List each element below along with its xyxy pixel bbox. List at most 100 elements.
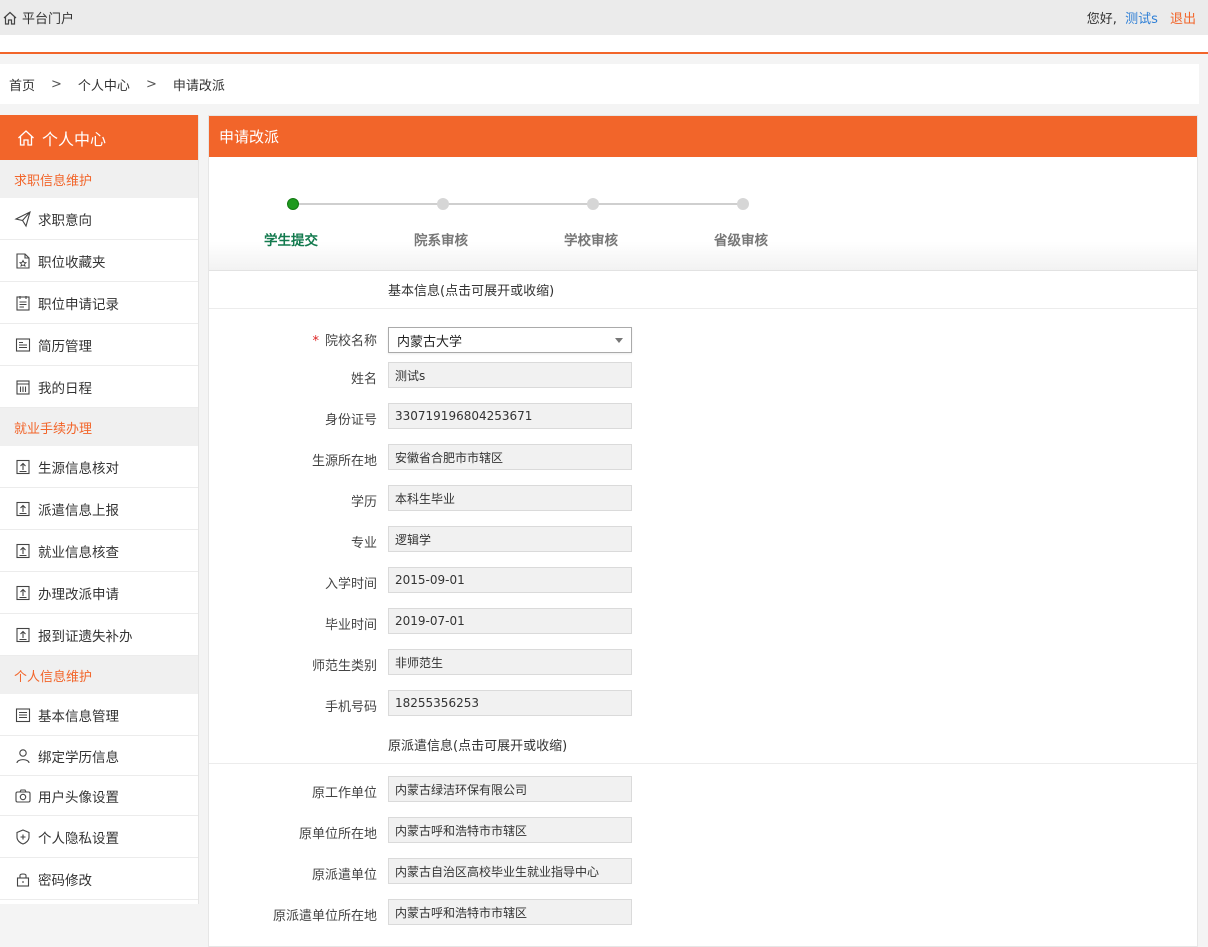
form-row-dispatch-location: 原派遣单位所在地 内蒙古呼和浩特市市辖区	[209, 893, 1197, 934]
upload-box-icon	[16, 585, 30, 600]
sidebar-header: 个人中心	[0, 115, 198, 160]
section-toggle-basic-info[interactable]: 基本信息(点击可展开或收缩)	[209, 271, 1197, 309]
resume-icon	[15, 337, 31, 352]
sidebar-item-dispatch-report[interactable]: 派遣信息上报	[0, 488, 198, 530]
form-row-employer-location: 原单位所在地 内蒙古呼和浩特市市辖区	[209, 811, 1197, 852]
panel-title: 申请改派	[209, 116, 1197, 157]
sidebar-item-favorites[interactable]: 职位收藏夹	[0, 240, 198, 282]
field-label: 原工作单位	[311, 786, 377, 801]
education-field[interactable]: 本科生毕业	[388, 485, 632, 511]
sidebar-group-job-info[interactable]: 求职信息维护	[0, 160, 198, 198]
step-label-province-review: 省级审核	[714, 233, 768, 249]
section-toggle-original-dispatch[interactable]: 原派遣信息(点击可展开或收缩)	[209, 725, 1197, 764]
form-row-enroll-date: 入学时间 2015-09-01	[209, 561, 1197, 602]
graduate-date-field[interactable]: 2019-07-01	[388, 608, 632, 634]
name-field[interactable]: 测试s	[388, 362, 632, 388]
sidebar-group-employment-procedures[interactable]: 就业手续办理	[0, 408, 198, 446]
home-icon	[18, 129, 34, 146]
school-label: * 院校名称	[312, 330, 377, 349]
approval-progress: 学生提交 院系审核 学校审核 省级审核	[209, 157, 1197, 271]
header-divider	[0, 52, 1208, 54]
portal-link[interactable]: 平台门户	[2, 8, 74, 27]
calendar-icon	[16, 379, 30, 395]
sidebar-item-change-password[interactable]: 密码修改	[0, 858, 198, 900]
main-panel: 申请改派 学生提交 院系审核 学校审核 省级审核 基本信息(点击可展开或收缩) …	[208, 115, 1198, 947]
sidebar-item-source-verify[interactable]: 生源信息核对	[0, 446, 198, 488]
school-select[interactable]: 内蒙古大学	[388, 327, 632, 353]
step-dot-student-submit	[287, 198, 299, 210]
form-row-id-number: 身份证号 330719196804253671	[209, 397, 1197, 438]
field-label: 师范生类别	[311, 659, 377, 674]
field-label: 手机号码	[324, 700, 377, 715]
employer-location-field[interactable]: 内蒙古呼和浩特市市辖区	[388, 817, 632, 843]
sidebar-item-privacy-settings[interactable]: 个人隐私设置	[0, 816, 198, 858]
chevron-down-icon	[615, 337, 623, 343]
document-lines-icon	[15, 707, 31, 722]
enroll-date-field[interactable]: 2015-09-01	[388, 567, 632, 593]
form-row-graduate-date: 毕业时间 2019-07-01	[209, 602, 1197, 643]
form-row-original-employer: 原工作单位 内蒙古绿洁环保有限公司	[209, 770, 1197, 811]
sidebar-item-label: 绑定学历信息	[38, 749, 119, 766]
id-number-field[interactable]: 330719196804253671	[388, 403, 632, 429]
form-row-name: 姓名 测试s	[209, 356, 1197, 397]
sidebar-item-job-intent[interactable]: 求职意向	[0, 198, 198, 240]
phone-field[interactable]: 18255356253	[388, 690, 632, 716]
sidebar-item-application-records[interactable]: 职位申请记录	[0, 282, 198, 324]
school-select-value: 内蒙古大学	[397, 334, 463, 350]
sidebar-item-avatar-settings[interactable]: 用户头像设置	[0, 776, 198, 816]
favorite-folder-icon	[16, 252, 30, 269]
user-name-link[interactable]: 测试s	[1125, 12, 1158, 27]
step-dot-province-review	[737, 198, 749, 210]
sidebar-item-certificate-reissue[interactable]: 报到证遗失补办	[0, 614, 198, 656]
origin-field[interactable]: 安徽省合肥市市辖区	[388, 444, 632, 470]
sidebar-item-reassign-apply[interactable]: 办理改派申请	[0, 572, 198, 614]
normal-category-field[interactable]: 非师范生	[388, 649, 632, 675]
required-mark: *	[312, 334, 319, 349]
major-field[interactable]: 逻辑学	[388, 526, 632, 552]
field-label: 原派遣单位所在地	[272, 909, 377, 924]
breadcrumb-separator: >	[51, 76, 62, 92]
dispatch-unit-field[interactable]: 内蒙古自治区高校毕业生就业指导中心	[388, 858, 632, 884]
sidebar-item-label: 办理改派申请	[38, 586, 119, 603]
sidebar-group-personal-info[interactable]: 个人信息维护	[0, 656, 198, 694]
original-employer-field[interactable]: 内蒙古绿洁环保有限公司	[388, 776, 632, 802]
upload-box-icon	[16, 501, 30, 516]
field-label: 毕业时间	[324, 618, 377, 633]
home-icon	[3, 11, 17, 25]
field-label: 学历	[350, 495, 377, 510]
sidebar-item-label: 基本信息管理	[38, 708, 119, 725]
header-spacer	[0, 35, 1208, 52]
field-label: 原派遣单位	[311, 868, 377, 883]
sidebar-item-basic-info[interactable]: 基本信息管理	[0, 694, 198, 736]
sidebar-item-label: 个人隐私设置	[38, 830, 119, 847]
sidebar-item-resume[interactable]: 简历管理	[0, 324, 198, 366]
breadcrumb-center[interactable]: 个人中心	[78, 75, 130, 94]
logout-link[interactable]: 退出	[1170, 12, 1196, 27]
form-row-origin: 生源所在地 安徽省合肥市市辖区	[209, 438, 1197, 479]
step-label-department-review: 院系审核	[414, 233, 468, 249]
camera-icon	[15, 788, 31, 803]
step-dot-school-review	[587, 198, 599, 210]
form-row-education: 学历 本科生毕业	[209, 479, 1197, 520]
progress-track	[293, 203, 743, 205]
sidebar: 个人中心 求职信息维护 求职意向 职位收藏夹 职位申请记录 简历管理 我的日程 …	[0, 115, 199, 904]
sidebar-item-label: 职位申请记录	[38, 296, 119, 313]
paper-plane-icon	[14, 210, 31, 227]
field-label: 专业	[350, 536, 377, 551]
breadcrumb: 首页 > 个人中心 > 申请改派	[0, 64, 1199, 104]
sidebar-item-bind-education[interactable]: 绑定学历信息	[0, 736, 198, 776]
sidebar-item-schedule[interactable]: 我的日程	[0, 366, 198, 408]
greeting-text: 您好,	[1086, 12, 1117, 27]
step-label-student-submit: 学生提交	[264, 233, 318, 249]
user-icon	[16, 748, 30, 763]
sidebar-item-label: 简历管理	[38, 338, 92, 355]
dispatch-location-field[interactable]: 内蒙古呼和浩特市市辖区	[388, 899, 632, 925]
sidebar-item-label: 职位收藏夹	[38, 254, 106, 271]
field-label: 生源所在地	[311, 454, 377, 469]
step-label-school-review: 学校审核	[564, 233, 618, 249]
sidebar-item-label: 用户头像设置	[38, 789, 119, 806]
sidebar-item-employment-check[interactable]: 就业信息核查	[0, 530, 198, 572]
user-greeting: 您好, 测试s 退出	[1087, 8, 1196, 27]
sidebar-item-label: 报到证遗失补办	[38, 628, 133, 645]
breadcrumb-home[interactable]: 首页	[9, 75, 35, 94]
